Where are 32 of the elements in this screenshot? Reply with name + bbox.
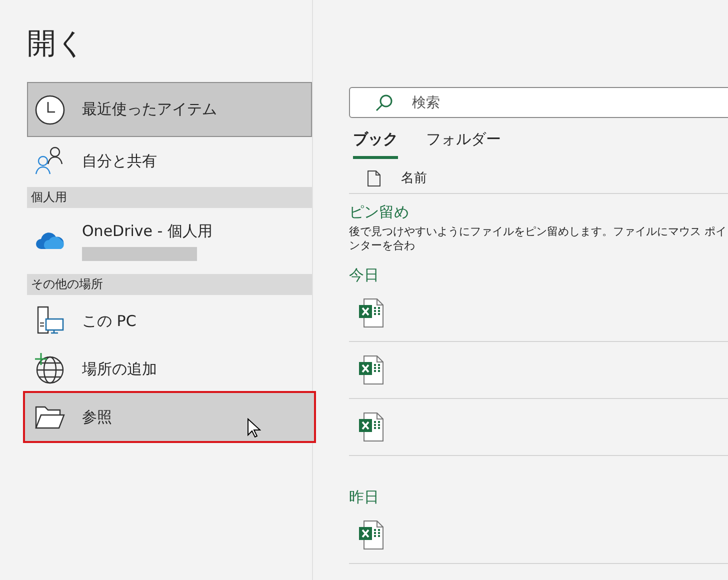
mouse-cursor-icon xyxy=(247,418,261,438)
search-field[interactable]: 検索 xyxy=(349,87,728,118)
nav-item[interactable]: OneDrive - 個人用 xyxy=(27,210,312,272)
document-icon xyxy=(367,170,381,186)
tab[interactable]: ブック xyxy=(353,128,398,159)
nav-label: OneDrive - 個人用 xyxy=(82,222,212,240)
tab[interactable]: フォルダー xyxy=(426,128,501,159)
clock-icon xyxy=(34,94,66,126)
nav-item[interactable]: 自分と共有 xyxy=(27,137,312,185)
page-title: 開く xyxy=(27,25,86,62)
group-description: 後で見つけやすいようにファイルをピン留めします。ファイルにマウス ポインターを合わ xyxy=(349,225,728,254)
group-title: 今日 xyxy=(349,266,380,285)
spreadsheet-file-icon xyxy=(359,520,385,550)
nav-label: 場所の追加 xyxy=(82,360,157,378)
nav-label: 最近使ったアイテム xyxy=(82,100,217,119)
nav-item[interactable]: 場所の追加 xyxy=(27,345,312,393)
spreadsheet-file-icon xyxy=(359,354,385,385)
globe-add-icon xyxy=(34,353,66,385)
nav-label: この PC xyxy=(82,312,136,330)
nav-label: 参照 xyxy=(82,408,112,426)
nav-label: 自分と共有 xyxy=(82,152,157,170)
search-icon xyxy=(375,94,393,112)
nav-item[interactable]: この PC xyxy=(27,297,312,345)
spreadsheet-file-icon xyxy=(359,412,385,442)
section-header: その他の場所 xyxy=(27,274,312,295)
group-title: ピン留め xyxy=(349,203,410,222)
spreadsheet-file-icon xyxy=(359,298,385,328)
column-header: 名前 xyxy=(401,170,427,187)
section-header: 個人用 xyxy=(27,187,312,208)
nav-item[interactable]: 参照 xyxy=(25,393,314,441)
group-title: 昨日 xyxy=(349,488,380,507)
nav-item[interactable]: 最近使ったアイテム xyxy=(27,82,312,137)
